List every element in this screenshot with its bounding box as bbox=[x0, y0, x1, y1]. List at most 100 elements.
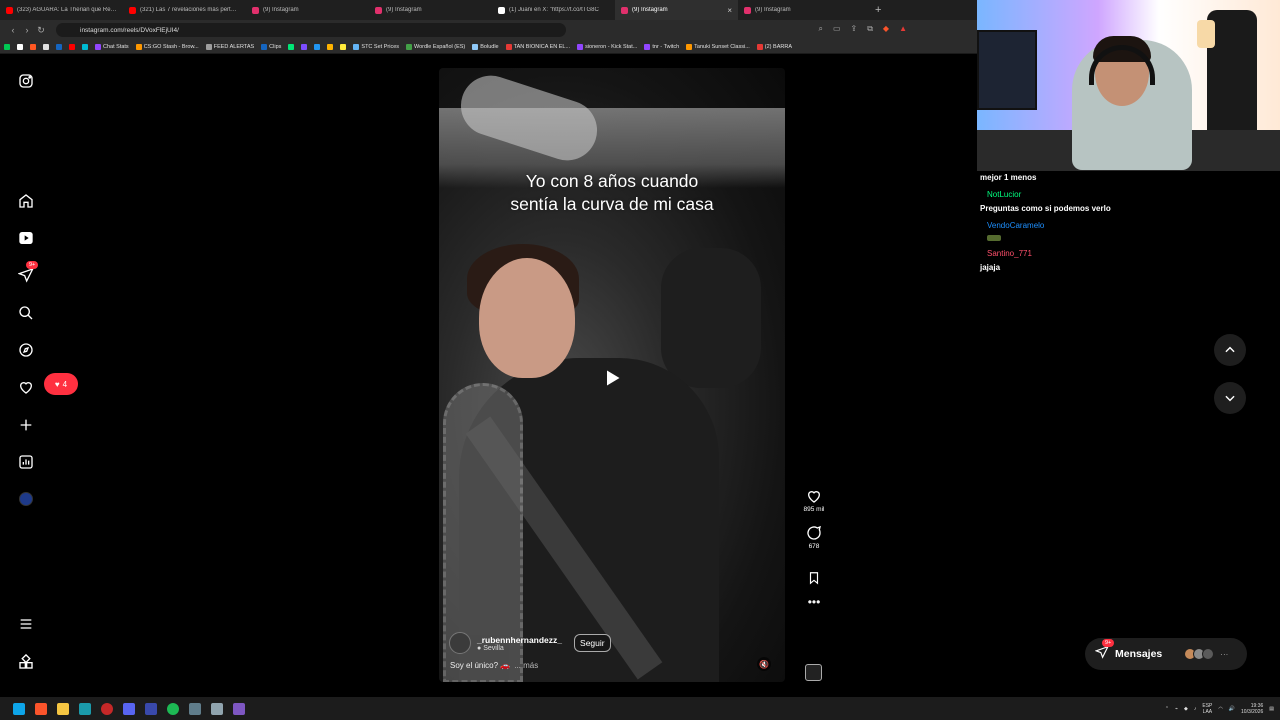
direct-messages-icon[interactable]: 9+ bbox=[17, 261, 39, 284]
more-menu-icon[interactable] bbox=[17, 615, 35, 633]
bookmark-item[interactable] bbox=[17, 43, 23, 50]
bookmark-item[interactable] bbox=[56, 43, 62, 50]
next-reel-button[interactable] bbox=[1214, 382, 1246, 414]
bookmark-item[interactable]: Wordle Español (ES) bbox=[406, 43, 465, 50]
tab-search-icon[interactable]: ▭ bbox=[833, 24, 841, 34]
bookmark-item[interactable] bbox=[43, 43, 49, 50]
like-action[interactable]: 895 mil bbox=[800, 488, 828, 513]
url-input[interactable]: instagram.com/reels/DVoxFlEjUI4/ bbox=[56, 23, 566, 37]
share-icon[interactable]: ⇪ bbox=[851, 24, 858, 34]
save-action[interactable] bbox=[800, 570, 828, 586]
bookmark-item[interactable] bbox=[327, 43, 334, 50]
comment-action[interactable]: 678 bbox=[800, 525, 828, 550]
reload-icon[interactable]: ↻ bbox=[34, 25, 48, 36]
likes-notification-popup[interactable]: ♥ 4 bbox=[44, 373, 78, 395]
bookmark-favicon-icon bbox=[314, 43, 321, 50]
chevron-up-icon[interactable]: ⌃ bbox=[1165, 706, 1169, 712]
language-indicator[interactable]: ESP LAA bbox=[1202, 703, 1212, 715]
bookmark-item[interactable] bbox=[314, 43, 321, 50]
brave-shields-icon[interactable]: ◆ bbox=[883, 24, 889, 34]
messages-badge: 9+ bbox=[26, 261, 39, 269]
bookmark-item[interactable]: Chat Stats bbox=[95, 43, 129, 50]
bookmark-item[interactable] bbox=[82, 43, 88, 50]
browser-tab[interactable]: (321) Las 7 revelaciones más perturb... bbox=[123, 0, 246, 20]
discord-icon[interactable] bbox=[123, 702, 135, 715]
bookmark-item[interactable]: FEED ALERTAS bbox=[205, 43, 254, 50]
also-from-meta-icon[interactable] bbox=[17, 653, 35, 671]
app-icon[interactable] bbox=[145, 702, 157, 715]
back-icon[interactable]: ‹ bbox=[6, 25, 20, 35]
bookmark-item[interactable]: Boludle bbox=[472, 43, 499, 50]
network-icon[interactable]: ⌁ bbox=[1175, 706, 1178, 712]
mic-icon[interactable]: ♪ bbox=[1194, 706, 1197, 712]
file-explorer-icon[interactable] bbox=[57, 702, 69, 715]
forward-icon[interactable]: › bbox=[20, 25, 34, 35]
clock[interactable]: 19:36 10/3/2026 bbox=[1241, 703, 1263, 715]
more-options-icon[interactable]: ••• bbox=[800, 596, 828, 608]
extension-icon[interactable]: ⧉ bbox=[867, 24, 873, 34]
previous-reel-button[interactable] bbox=[1214, 334, 1246, 366]
reel-video[interactable]: Yo con 8 años cuando sentía la curva de … bbox=[439, 68, 785, 682]
bookmark-item[interactable]: tnr - Twitch bbox=[644, 43, 679, 50]
app-tray-icon[interactable]: ◆ bbox=[1184, 706, 1188, 712]
brave-rewards-icon[interactable]: ▲ bbox=[899, 24, 907, 34]
bookmark-item[interactable] bbox=[4, 43, 10, 50]
bookmarks-bar: Chat Stats CS:GO Stash - Brow... FEED ALER… bbox=[0, 40, 977, 54]
notifications-icon[interactable]: ▤ bbox=[1269, 706, 1274, 712]
brave-browser-icon[interactable] bbox=[35, 702, 47, 715]
profile-avatar-icon[interactable] bbox=[17, 490, 35, 508]
settings-icon[interactable] bbox=[189, 702, 201, 715]
home-icon[interactable] bbox=[17, 192, 35, 210]
author-avatar[interactable] bbox=[449, 632, 471, 654]
mute-icon[interactable]: 🔇 bbox=[757, 657, 771, 671]
browser-tab[interactable]: (1) Juani en X: "https://t.co/tTG8C bbox=[492, 0, 615, 20]
create-icon[interactable] bbox=[17, 416, 35, 434]
messages-button[interactable]: 9+ Mensajes ··· bbox=[1085, 638, 1247, 670]
app-icon[interactable] bbox=[211, 702, 223, 715]
bookmark-item[interactable] bbox=[30, 43, 36, 50]
browser-tab[interactable]: (323) AGUARA: La Therian que Resulté bbox=[0, 0, 123, 20]
audio-thumbnail[interactable] bbox=[805, 664, 822, 681]
instagram-logo-icon[interactable] bbox=[17, 72, 35, 90]
windows-start-icon[interactable] bbox=[13, 702, 25, 715]
search-icon[interactable] bbox=[17, 304, 35, 322]
zoom-icon[interactable]: ⌕ bbox=[818, 24, 822, 34]
bookmark-item[interactable]: TAN BIONICA EN EL... bbox=[505, 43, 570, 50]
language-layout: LAA bbox=[1202, 708, 1213, 715]
browser-tab[interactable]: (9) Instagram bbox=[738, 0, 861, 20]
bookmark-item[interactable] bbox=[340, 43, 347, 50]
wifi-icon[interactable]: ◠ bbox=[1218, 706, 1222, 712]
notifications-heart-icon[interactable] bbox=[17, 378, 35, 396]
browser-tab[interactable]: (9) Instagram × bbox=[615, 0, 738, 20]
bookmark-item[interactable]: CS:GO Stash - Brow... bbox=[135, 43, 199, 50]
bookmark-item[interactable] bbox=[69, 43, 75, 50]
bookmark-favicon-icon bbox=[95, 43, 101, 50]
dashboard-icon[interactable] bbox=[17, 453, 35, 471]
browser-tab[interactable]: (9) Instagram bbox=[246, 0, 369, 20]
bookmark-item[interactable]: Tanuki Sunset Classi... bbox=[686, 43, 750, 50]
bookmark-item[interactable]: sioneron - Kick Stat... bbox=[577, 43, 637, 50]
explore-icon[interactable] bbox=[17, 341, 35, 359]
bookmark-item[interactable]: (2) BARRA bbox=[756, 43, 792, 50]
tab-title: (9) Instagram bbox=[263, 7, 299, 13]
author-location[interactable]: Sevilla bbox=[483, 645, 504, 652]
steam-icon[interactable] bbox=[79, 702, 91, 715]
twitch-icon[interactable] bbox=[233, 702, 245, 715]
play-icon[interactable] bbox=[602, 368, 622, 388]
bookmark-item[interactable]: STC Set Prices bbox=[353, 43, 399, 50]
bookmark-item[interactable] bbox=[288, 43, 295, 50]
bookmark-label: STC Set Prices bbox=[361, 43, 399, 50]
bookmark-item[interactable] bbox=[301, 43, 308, 50]
reels-icon[interactable] bbox=[17, 229, 35, 247]
author-username[interactable]: _rubennhernandezz_ bbox=[477, 635, 562, 645]
new-tab-button[interactable]: + bbox=[875, 4, 881, 16]
obs-icon[interactable] bbox=[101, 702, 113, 715]
speaker-icon[interactable]: 🔊 bbox=[1229, 706, 1235, 712]
spotify-icon[interactable] bbox=[167, 702, 179, 715]
follow-button[interactable]: Seguir bbox=[574, 634, 611, 652]
bookmark-item[interactable]: Clips bbox=[261, 43, 281, 50]
more-link[interactable]: ... más bbox=[514, 661, 538, 670]
browser-tab[interactable]: (9) Instagram bbox=[369, 0, 492, 20]
close-tab-icon[interactable]: × bbox=[727, 6, 732, 15]
chat-message: jajaja bbox=[977, 261, 1280, 274]
